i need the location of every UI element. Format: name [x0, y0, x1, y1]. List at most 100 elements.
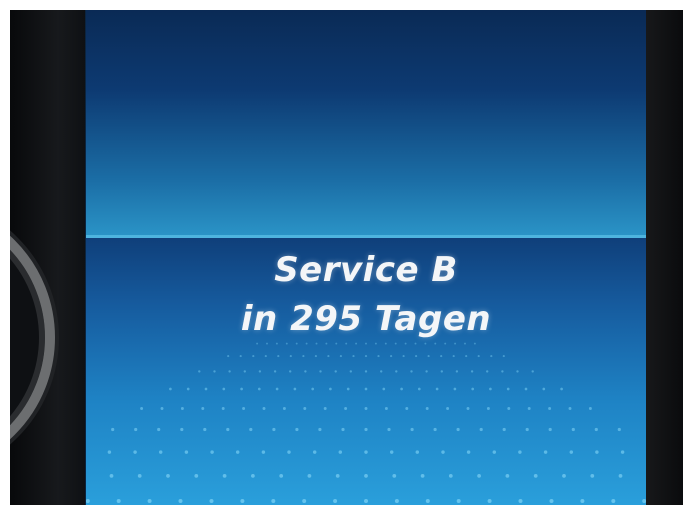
grid-dot	[441, 450, 445, 454]
grid-dot	[318, 427, 322, 432]
grid-dot	[180, 427, 184, 432]
grid-dot	[333, 499, 338, 503]
display-screen: Service B in 295 Tagen	[85, 10, 646, 505]
grid-dot	[349, 370, 352, 373]
grid-dot	[518, 450, 522, 454]
grid-dot	[364, 427, 368, 432]
grid-dot	[252, 355, 255, 358]
grid-dot	[448, 474, 453, 478]
grid-dot	[392, 474, 397, 478]
grid-dot	[420, 474, 425, 478]
grid-dot	[204, 387, 208, 391]
grid-dot	[479, 427, 483, 432]
grid-dot	[433, 427, 437, 432]
grid-dot	[213, 370, 216, 373]
grid-dot	[505, 474, 510, 478]
grid-dot	[338, 450, 343, 454]
grid-dot	[346, 387, 350, 391]
grid-dot	[302, 355, 305, 358]
grid-dot	[560, 387, 563, 391]
grid-dot	[227, 355, 230, 358]
grid-dot	[228, 370, 231, 373]
grid-dot	[352, 355, 355, 358]
grid-dot	[642, 499, 646, 503]
grid-dot	[180, 407, 184, 410]
grid-dot	[470, 370, 474, 373]
grid-dot	[261, 450, 266, 454]
grid-dot	[384, 407, 388, 410]
grid-dot	[344, 407, 348, 410]
grid-dot	[258, 370, 262, 373]
grid-dot	[86, 499, 90, 503]
grid-dot	[487, 499, 492, 503]
grid-dot	[390, 355, 393, 358]
grid-dot	[157, 427, 161, 432]
service-message: Service B in 295 Tagen	[86, 246, 646, 344]
grid-dot	[257, 387, 261, 391]
grid-dot	[518, 499, 523, 503]
grid-dot	[364, 499, 368, 503]
grid-dot	[425, 370, 428, 373]
grid-dot	[287, 450, 291, 454]
grid-dot	[580, 499, 585, 503]
service-label: Service B	[274, 250, 458, 290]
grid-dot	[203, 427, 207, 432]
grid-dot	[107, 450, 112, 454]
grid-dot	[277, 355, 280, 358]
grid-dot	[507, 407, 511, 410]
grid-dot	[222, 474, 227, 478]
grid-dot	[275, 387, 279, 391]
grid-dot	[222, 387, 226, 391]
grid-dot	[456, 499, 461, 503]
grid-dot	[466, 450, 471, 454]
grid-dot	[489, 387, 492, 391]
grid-dot	[568, 407, 572, 410]
grid-dot	[186, 387, 190, 391]
grid-dot	[453, 387, 457, 391]
grid-dot	[364, 355, 368, 358]
grid-dot	[435, 387, 439, 391]
grid-dot	[486, 370, 489, 373]
grid-dot	[588, 407, 592, 410]
grid-dot	[209, 499, 214, 503]
grid-dot	[516, 370, 519, 373]
service-due-text: in 295 Tagen	[240, 299, 492, 339]
grid-dot	[184, 450, 189, 454]
grid-dot	[133, 450, 137, 454]
grid-dot	[226, 427, 230, 432]
grid-dot	[364, 370, 368, 373]
grid-dot	[543, 450, 548, 454]
grid-dot	[466, 407, 470, 410]
grid-dot	[402, 355, 405, 358]
grid-dot	[492, 450, 497, 454]
grid-dot	[166, 474, 170, 478]
grid-dot	[595, 450, 599, 454]
grid-dot	[410, 370, 413, 373]
grid-dot	[262, 407, 266, 410]
grid-dot	[477, 474, 481, 478]
grid-dot	[527, 407, 531, 410]
grid-dot	[455, 370, 459, 373]
grid-dot	[311, 387, 315, 391]
grid-dot	[594, 427, 598, 432]
grid-dot	[620, 450, 625, 454]
grid-dot	[427, 355, 430, 358]
grid-dot	[456, 427, 460, 432]
grid-dot	[243, 370, 246, 373]
grid-dot	[140, 407, 144, 410]
grid-dot	[387, 427, 391, 432]
grid-dot	[302, 499, 307, 503]
grid-dot	[303, 407, 307, 410]
grid-dot	[242, 407, 246, 410]
grid-dot	[389, 450, 394, 454]
grid-dot	[382, 387, 386, 391]
grid-dot	[240, 387, 243, 391]
grid-dot	[400, 387, 403, 391]
grid-dot	[251, 474, 255, 478]
grid-dot	[329, 387, 332, 391]
grid-dot	[134, 427, 138, 432]
grid-dot	[465, 355, 468, 358]
grid-dot	[307, 474, 312, 478]
grid-dot	[506, 387, 510, 391]
grid-dot	[314, 355, 317, 358]
